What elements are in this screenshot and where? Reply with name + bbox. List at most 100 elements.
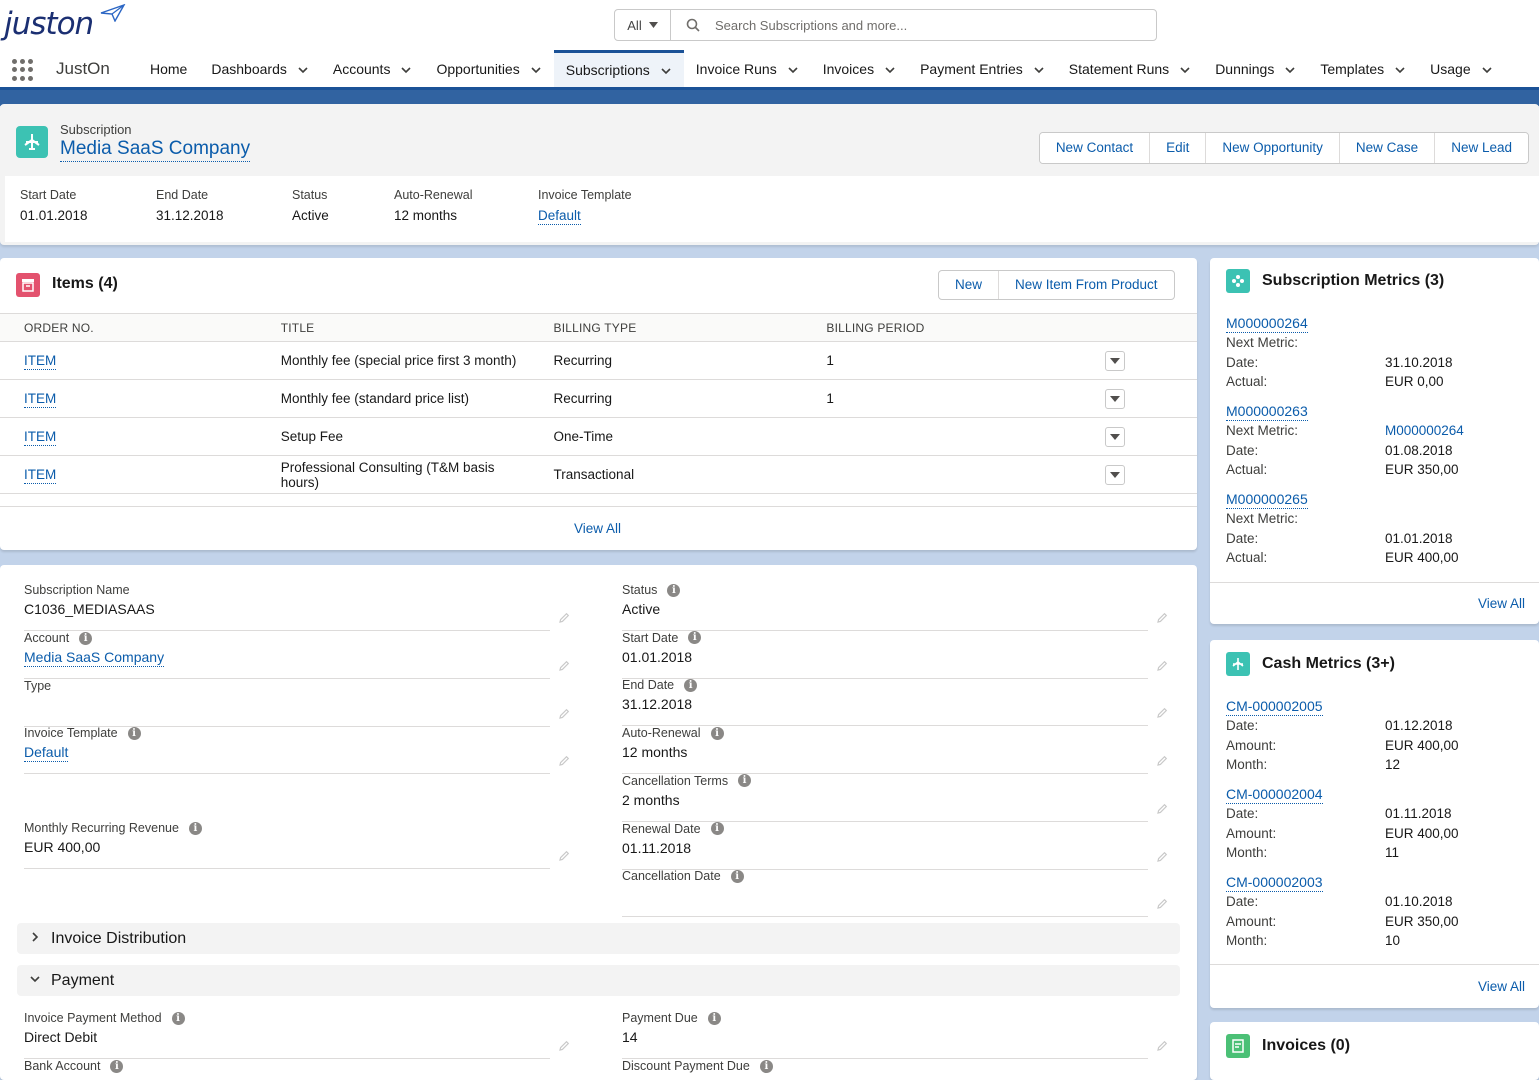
info-icon[interactable]: i [760,1060,773,1073]
edit-pencil-icon[interactable] [558,660,570,672]
item-link[interactable]: ITEM [24,353,56,370]
info-icon[interactable]: i [79,632,92,645]
chevron-down-icon[interactable] [1179,63,1191,75]
chevron-down-icon[interactable] [1033,63,1045,75]
nav-tab-templates[interactable]: Templates [1308,50,1418,87]
metric-line-value[interactable]: M000000264 [1385,421,1464,441]
nav-tab-invoice-runs[interactable]: Invoice Runs [684,50,811,87]
info-icon[interactable]: i [667,584,680,597]
info-icon[interactable]: i [708,1012,721,1025]
info-icon[interactable]: i [189,822,202,835]
chevron-down-icon[interactable] [400,63,412,75]
chevron-down-icon[interactable] [1394,63,1406,75]
column-header[interactable]: TITLE [257,314,530,342]
info-icon[interactable]: i [172,1012,185,1025]
chevron-down-icon[interactable] [884,63,896,75]
chevron-down-icon[interactable] [787,63,799,75]
highlight-auto-renewal: Auto-Renewal 12 months [394,176,538,242]
metric-record-link[interactable]: CM-000002004 [1226,786,1323,804]
metric-line-label: Month: [1226,843,1385,863]
juston-logo[interactable]: juston [4,6,93,42]
app-launcher-icon[interactable] [12,59,34,81]
row-action-menu[interactable] [1105,427,1125,447]
highlight-value[interactable]: Default [538,208,678,223]
metric-record-link[interactable]: M000000264 [1226,315,1308,333]
nav-tab-dunnings[interactable]: Dunnings [1203,50,1308,87]
edit-pencil-icon[interactable] [558,850,570,862]
edit-pencil-icon[interactable] [558,755,570,767]
edit-button[interactable]: Edit [1150,133,1206,163]
metric-record-link[interactable]: CM-000002003 [1226,874,1323,892]
metric-record-link[interactable]: M000000263 [1226,403,1308,421]
nav-tab-subscriptions[interactable]: Subscriptions [554,50,684,87]
items-icon [16,273,40,297]
edit-pencil-icon[interactable] [1156,851,1168,863]
field-value[interactable]: Media SaaS Company [24,649,550,665]
field-label-text: Payment Due [622,1011,698,1025]
nav-tab-invoices[interactable]: Invoices [811,50,908,87]
nav-tab-home[interactable]: Home [138,50,199,87]
item-link[interactable]: ITEM [24,429,56,446]
new-item-from-product-button[interactable]: New Item From Product [999,271,1174,299]
edit-pencil-icon[interactable] [558,708,570,720]
edit-pencil-icon[interactable] [558,1040,570,1052]
nav-tab-payment-entries[interactable]: Payment Entries [908,50,1057,87]
row-action-menu[interactable] [1105,389,1125,409]
info-icon[interactable]: i [684,679,697,692]
column-header[interactable]: BILLING TYPE [530,314,803,342]
new-case-button[interactable]: New Case [1340,133,1435,163]
column-header[interactable]: ORDER NO. [0,314,257,342]
chevron-down-icon[interactable] [530,63,542,75]
edit-pencil-icon[interactable] [1156,1040,1168,1052]
metric-line: Next Metric: M000000264 [1226,421,1464,441]
chevron-down-icon[interactable] [1284,63,1296,75]
edit-pencil-icon[interactable] [1156,612,1168,624]
new-lead-button[interactable]: New Lead [1435,133,1528,163]
record-title[interactable]: Media SaaS Company [60,137,250,162]
search-scope-dropdown[interactable]: All [615,10,671,40]
field-label: Status i [622,583,1148,597]
section-payment[interactable]: Payment [17,965,1180,996]
edit-pencil-icon[interactable] [558,612,570,624]
item-link[interactable]: ITEM [24,467,56,484]
row-action-menu[interactable] [1105,465,1125,485]
new-contact-button[interactable]: New Contact [1040,133,1150,163]
edit-pencil-icon[interactable] [1156,755,1168,767]
item-link[interactable]: ITEM [24,391,56,408]
nav-tab-accounts[interactable]: Accounts [321,50,425,87]
row-action-menu[interactable] [1105,351,1125,371]
metric-record-link[interactable]: M000000265 [1226,491,1308,509]
nav-tab-dashboards[interactable]: Dashboards [199,50,321,87]
new-button[interactable]: New [939,271,999,299]
edit-pencil-icon[interactable] [1156,898,1168,910]
field-value-text[interactable]: Media SaaS Company [24,649,164,667]
cash-metrics-view-all[interactable]: View All [1478,979,1525,994]
info-icon[interactable]: i [128,727,141,740]
edit-pencil-icon[interactable] [1156,803,1168,815]
info-icon[interactable]: i [711,822,724,835]
field-value-text[interactable]: Default [24,744,68,762]
info-icon[interactable]: i [110,1060,123,1073]
info-icon[interactable]: i [738,774,751,787]
chevron-down-icon[interactable] [297,63,309,75]
edit-pencil-icon[interactable] [1156,707,1168,719]
subscription-metrics-view-all[interactable]: View All [1478,596,1525,611]
nav-tab-statement-runs[interactable]: Statement Runs [1057,50,1203,87]
search-input[interactable] [715,10,1156,40]
metric-record-link[interactable]: CM-000002005 [1226,698,1323,716]
chevron-down-icon[interactable] [660,64,672,76]
section-invoice-distribution[interactable]: Invoice Distribution [17,923,1180,954]
nav-tab-opportunities[interactable]: Opportunities [424,50,553,87]
column-header[interactable]: BILLING PERIOD [802,314,1081,342]
chevron-down-icon[interactable] [1481,63,1493,75]
new-opportunity-button[interactable]: New Opportunity [1206,133,1340,163]
info-icon[interactable]: i [688,631,701,644]
highlight-end-date: End Date 31.12.2018 [156,176,292,242]
info-icon[interactable]: i [711,727,724,740]
items-view-all-link[interactable]: View All [574,521,621,536]
nav-tab-usage[interactable]: Usage [1418,50,1504,87]
info-icon[interactable]: i [731,870,744,883]
edit-pencil-icon[interactable] [1156,660,1168,672]
field-value[interactable]: Default [24,744,550,760]
highlight-value-text[interactable]: Default [538,208,581,225]
